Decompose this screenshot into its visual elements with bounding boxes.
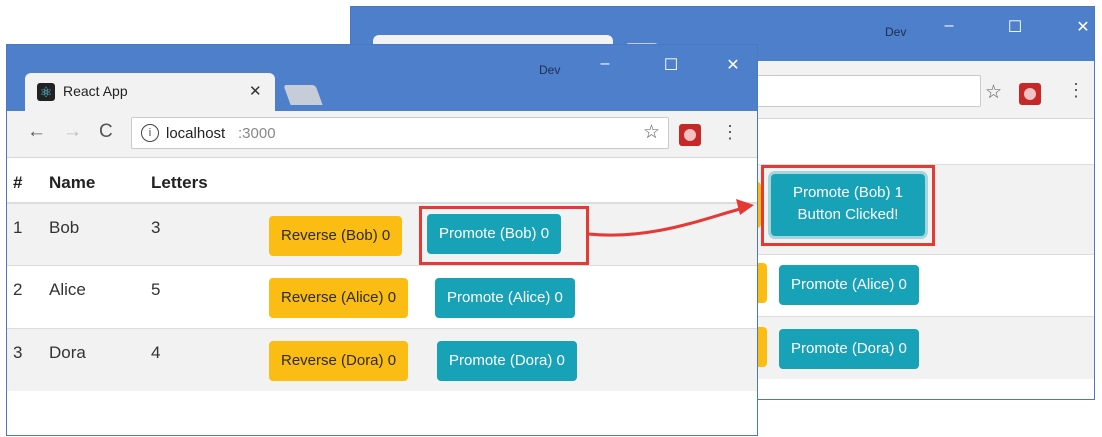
react-logo-icon: ⚛ — [37, 83, 55, 101]
row-index: 1 — [13, 218, 23, 237]
front-close-icon[interactable]: ✕ — [721, 55, 745, 75]
back-close-icon[interactable]: ✕ — [1071, 17, 1094, 37]
tab-close-icon[interactable]: ✕ — [249, 82, 262, 100]
row-name: Bob — [49, 218, 80, 237]
table-row: 1 Bob 3 Reverse (Bob) 0 Promote (Bob) 0 — [7, 202, 757, 267]
back-profile-label: Dev — [885, 25, 907, 39]
row-letters: 3 — [151, 218, 161, 237]
back-promote-dora-button[interactable]: Promote (Dora) 0 — [779, 329, 919, 369]
front-profile-label: Dev — [539, 63, 561, 77]
back-extension-icon[interactable] — [1019, 83, 1041, 105]
row-index: 3 — [13, 343, 23, 362]
front-browser-window: ⚛ React App ✕ Dev – ☐ ✕ ← → C i localhos… — [6, 44, 758, 436]
promote-dora-button[interactable]: Promote (Dora) 0 — [437, 341, 577, 381]
back-star-icon[interactable]: ☆ — [985, 81, 1002, 104]
back-highlight-box — [761, 165, 935, 246]
back-promote-alice-button[interactable]: Promote (Alice) 0 — [779, 265, 919, 305]
reload-icon[interactable]: C — [99, 121, 113, 143]
front-new-tab-button[interactable] — [283, 85, 323, 105]
reverse-bob-button[interactable]: Reverse (Bob) 0 — [269, 216, 403, 256]
row-name: Alice — [49, 280, 86, 299]
address-host: localhost — [166, 125, 226, 142]
header-index: # — [13, 173, 23, 192]
table-row: 2 Alice 5 Reverse (Alice) 0 Promote (Ali… — [7, 265, 757, 329]
front-maximize-icon[interactable]: ☐ — [659, 55, 683, 75]
back-menu-icon[interactable]: ⋮ — [1067, 80, 1085, 101]
table-header: # Name Letters — [7, 158, 757, 202]
front-highlight-box — [419, 206, 589, 265]
address-port: :3000 — [238, 125, 276, 142]
table-row: 3 Dora 4 Reverse (Dora) 0 Promote (Dora)… — [7, 328, 757, 391]
front-extension-icon[interactable] — [679, 124, 701, 146]
front-minimize-icon[interactable]: – — [593, 55, 617, 73]
front-star-icon[interactable]: ☆ — [643, 121, 660, 144]
row-index: 2 — [13, 280, 23, 299]
reverse-alice-button[interactable]: Reverse (Alice) 0 — [269, 278, 409, 318]
info-icon: i — [141, 124, 159, 142]
row-name: Dora — [49, 343, 86, 362]
row-letters: 5 — [151, 280, 161, 299]
back-minimize-icon[interactable]: – — [937, 17, 961, 35]
back-arrow-icon[interactable]: ← — [27, 121, 46, 143]
row-letters: 4 — [151, 343, 161, 362]
front-menu-icon[interactable]: ⋮ — [721, 122, 739, 143]
promote-alice-button[interactable]: Promote (Alice) 0 — [435, 278, 575, 318]
front-tab[interactable]: ⚛ React App ✕ — [25, 73, 275, 111]
front-address-bar[interactable]: i localhost :3000 — [131, 117, 669, 149]
header-name: Name — [49, 173, 96, 192]
back-maximize-icon[interactable]: ☐ — [1003, 17, 1027, 37]
header-letters: Letters — [151, 173, 208, 192]
forward-arrow-icon[interactable]: → — [63, 121, 82, 143]
tab-title: React App — [63, 83, 128, 99]
reverse-dora-button[interactable]: Reverse (Dora) 0 — [269, 341, 409, 381]
